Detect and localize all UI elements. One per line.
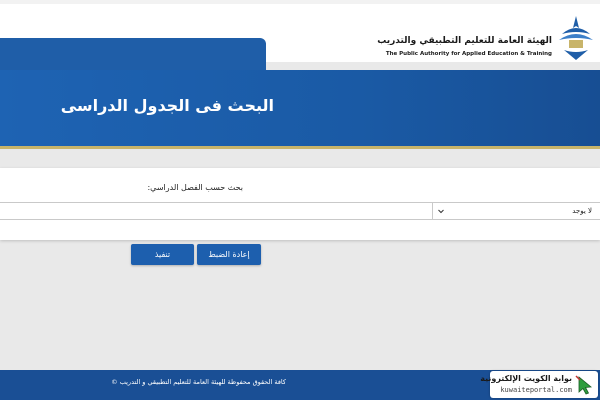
footer-copyright: كافة الحقوق محفوظة للهيئة العامة للتعليم… [111, 378, 286, 386]
chevron-down-icon [438, 209, 444, 214]
semester-label: بحث حسب الفصل الدراسي: [147, 183, 243, 192]
search-card: بحث حسب الفصل الدراسي: لا يوجد [0, 168, 600, 240]
semester-select[interactable]: لا يوجد [432, 202, 600, 220]
badge-arabic-text: بوابة الكويت الإلكترونية [480, 374, 572, 383]
semester-select-value: لا يوجد [572, 207, 592, 215]
logo-english-text: The Public Authority for Applied Educati… [385, 51, 552, 57]
paaet-emblem-icon [559, 16, 593, 60]
execute-button[interactable]: تنفيذ [131, 244, 194, 265]
badge-url-text: kuwaiteportal.com [500, 386, 572, 394]
cursor-icon [575, 375, 592, 395]
page-banner: البحث فى الجدول الدراسى [0, 70, 600, 149]
kuwait-portal-badge[interactable]: بوابة الكويت الإلكترونية kuwaiteportal.c… [480, 371, 598, 398]
logo-arabic-text: الهيئة العامة للتعليم التطبيقي والتدريب [377, 36, 552, 46]
reset-button[interactable]: إعادة الضبط [197, 244, 261, 265]
semester-select-extension[interactable] [0, 202, 432, 220]
top-line [0, 0, 600, 4]
paaet-logo: الهيئة العامة للتعليم التطبيقي والتدريب … [377, 14, 596, 62]
page-title: البحث فى الجدول الدراسى [60, 96, 274, 115]
